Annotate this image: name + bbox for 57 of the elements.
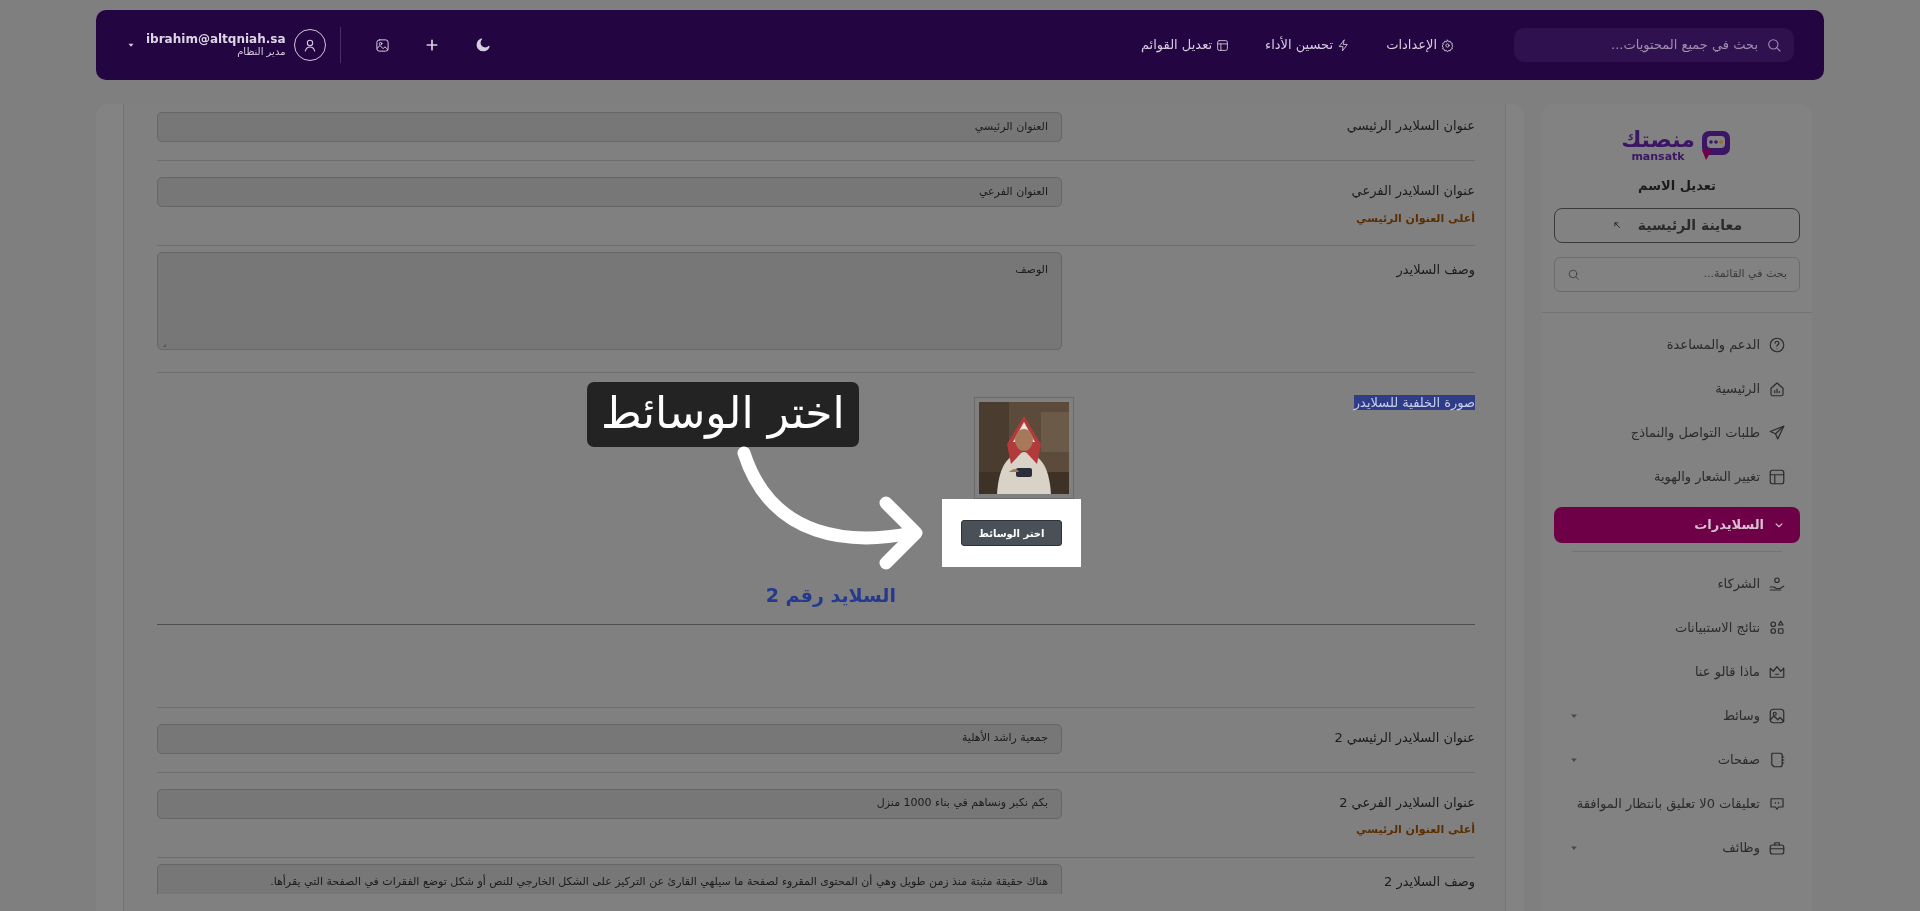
sidebar-item[interactable]: الرئيسية <box>1554 366 1800 411</box>
search-placeholder: بحث في القائمة... <box>1703 265 1787 282</box>
shapes-icon <box>1768 618 1786 637</box>
arrow-icon <box>1611 220 1622 230</box>
tour-tooltip: اختر الوسائط <box>587 382 859 448</box>
sidebar-item[interactable]: طلبات التواصل والنماذج <box>1554 410 1800 455</box>
field-label: وصف السلايدر 2 <box>1384 873 1475 889</box>
input-field[interactable]: العنوان الفرعي <box>157 177 1062 207</box>
slide-heading: السلايد رقم 2 <box>764 583 896 609</box>
layout-icon <box>1216 38 1230 52</box>
field-hint: أعلى العنوان الرئيسي <box>1355 822 1475 838</box>
field-label: وصف السلايدر <box>1396 262 1475 277</box>
input-field[interactable]: جمعية راشد الأهلية <box>157 723 1062 754</box>
nav-link[interactable]: تعديل القوائم <box>1140 35 1230 55</box>
page-icon <box>1768 750 1786 769</box>
sidebar-item[interactable]: السلايدرات <box>1554 506 1800 543</box>
logo-text: mansatk <box>1631 150 1685 162</box>
sidebar-item[interactable]: صفحات <box>1554 737 1800 782</box>
field-label: عنوان السلايدر الفرعي 2 <box>1339 794 1475 810</box>
gear-icon <box>1441 38 1454 52</box>
user-email: ibrahim@altqniah.sa <box>146 32 286 47</box>
bolt-icon <box>1337 38 1351 52</box>
preview-button[interactable]: معاينة الرئيسية <box>1554 207 1800 243</box>
sidebar-item[interactable]: الشركاء <box>1554 561 1800 606</box>
field-label: صورة الخلفية للسلايدر <box>1353 395 1475 410</box>
send-icon <box>1768 423 1786 442</box>
search-icon <box>1766 37 1782 53</box>
sidebar-title: تعديل الاسم <box>1637 177 1717 195</box>
sidebar-item[interactable]: وظائف <box>1554 825 1800 870</box>
image-icon[interactable] <box>374 37 390 53</box>
nav-link[interactable]: الإعدادات <box>1386 35 1454 55</box>
field-label: عنوان السلايدر الفرعي <box>1351 183 1475 198</box>
sidebar-item[interactable]: الدعم والمساعدة <box>1554 322 1800 367</box>
text-area[interactable]: الوصف <box>157 252 1062 350</box>
field-hint: أعلى العنوان الرئيسي <box>1355 210 1475 227</box>
sidebar-item[interactable]: تغيير الشعار والهوية <box>1554 454 1800 499</box>
user-role: مدير النظام <box>236 46 286 58</box>
sidebar-item[interactable]: نتائج الاستبيانات <box>1554 605 1800 650</box>
input-field[interactable]: العنوان الرئيسي <box>157 112 1062 142</box>
layout-icon <box>1768 467 1786 486</box>
image-icon <box>1768 706 1786 725</box>
search-icon <box>1567 267 1580 281</box>
search-placeholder: بحث في جميع المحتويات... <box>1611 36 1758 55</box>
search-field[interactable]: بحث في جميع المحتويات... <box>1514 28 1794 62</box>
logo-text: منصتك <box>1621 128 1695 151</box>
help-icon <box>1768 335 1786 354</box>
sidebar-item[interactable]: ماذا قالو عنا <box>1554 649 1800 694</box>
search-field[interactable]: بحث في القائمة... <box>1554 256 1800 292</box>
sidebar-item[interactable]: وسائط <box>1554 693 1800 738</box>
field-label: عنوان السلايدر الرئيسي 2 <box>1334 729 1475 745</box>
person-icon <box>1768 574 1786 593</box>
choose-media-button[interactable]: اختر الوسائط <box>961 520 1062 546</box>
text-area[interactable]: هناك حقيقة مثبتة منذ زمن طويل وهي أن المحتوى المقروء لصفحة ما سيلهي القارئ عن التركيز على الشكل الخارجي للنص أو شكل توضع الفقرات في الصفحة التي يقرأها. <box>157 863 1062 894</box>
field-label: عنوان السلايدر الرئيسي <box>1346 118 1475 133</box>
nav-link[interactable]: تحسين الأداء <box>1265 35 1351 55</box>
input-field[interactable]: بكم نكبر ونساهم في بناء 1000 منزل <box>157 788 1062 819</box>
sidebar-item[interactable]: تعليقات 0لا تعليق بانتظار الموافقة <box>1554 781 1800 826</box>
